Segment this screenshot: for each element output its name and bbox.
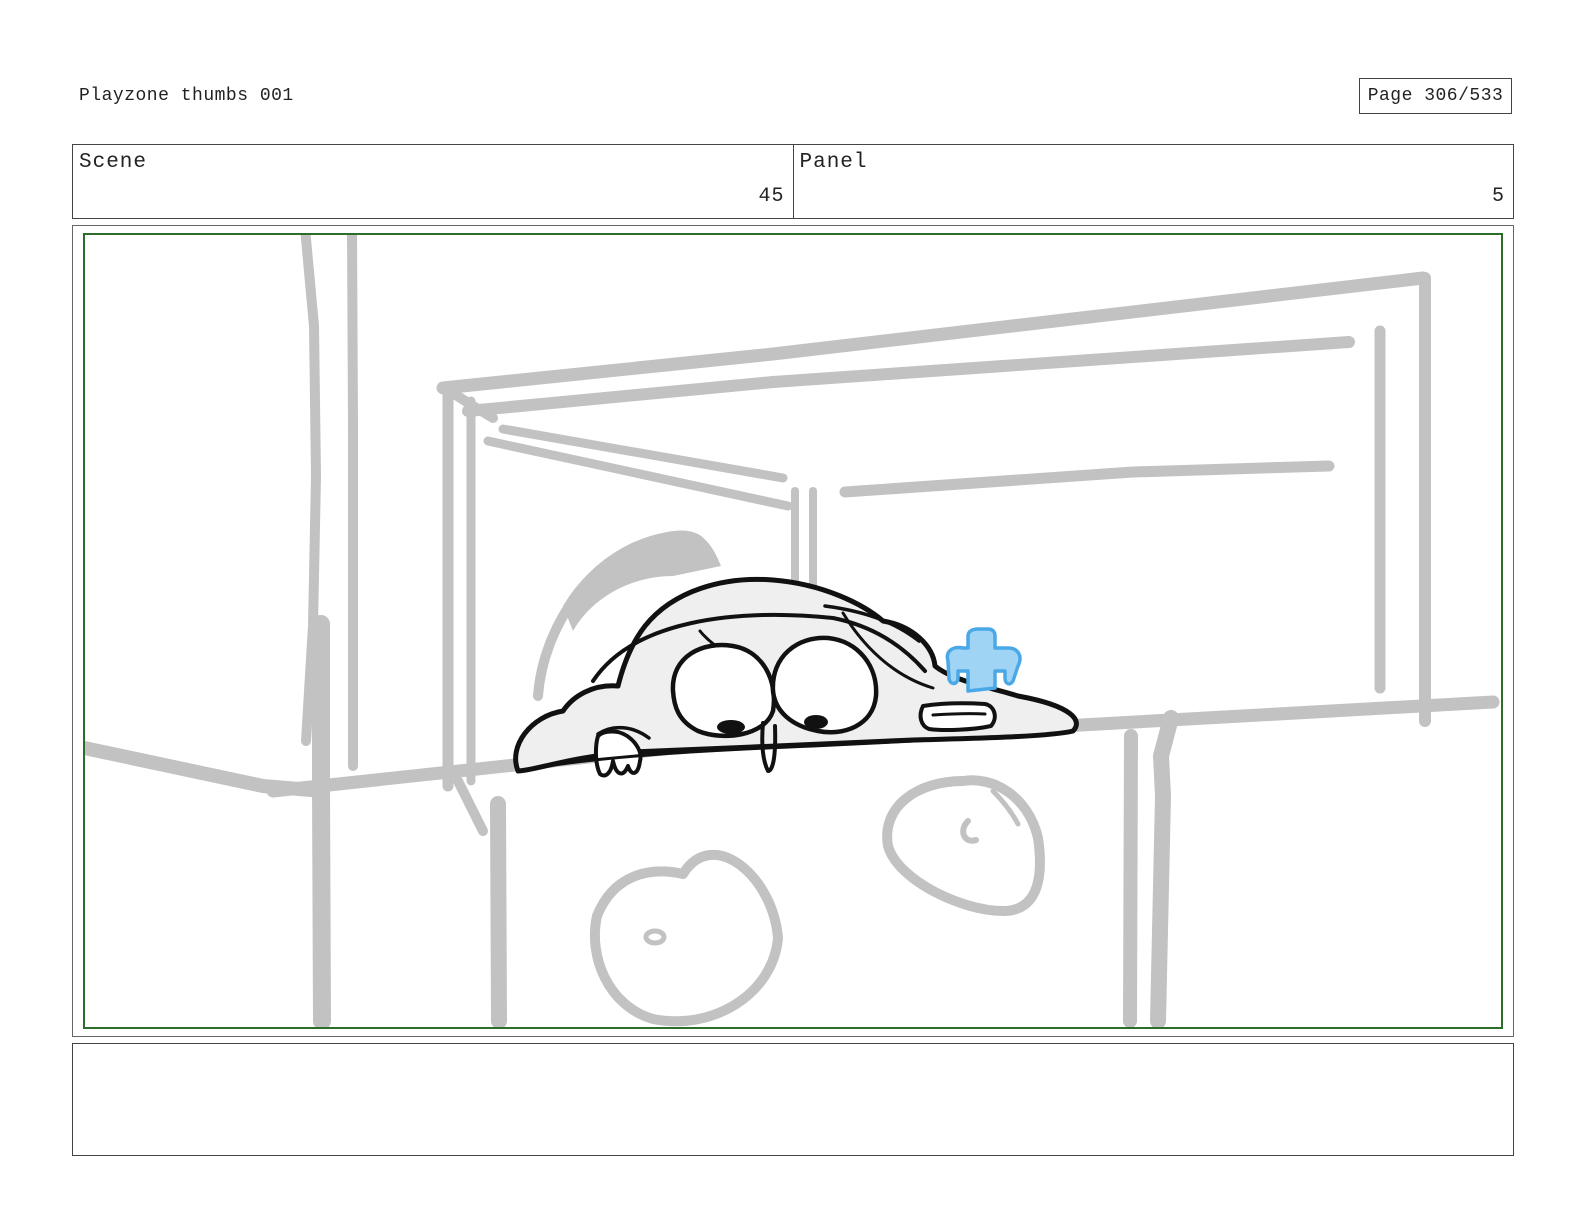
safe-area-border	[83, 233, 1503, 1029]
scene-cell: Scene 45	[73, 145, 793, 218]
lower-cabinet-right-post-a	[1123, 729, 1138, 1027]
cabinet-knob-left	[589, 849, 783, 1027]
cabinet-knob-right	[882, 775, 1045, 916]
left-pillar-lower	[312, 615, 331, 1027]
page-counter: Page 306/533	[1359, 78, 1512, 114]
scene-panel-info-row: Scene 45 Panel 5	[72, 144, 1514, 219]
knob-right-swirl	[960, 818, 979, 844]
inner-right-shelf	[839, 460, 1335, 498]
scene-label: Scene	[79, 151, 148, 174]
lower-cabinet-right-post-b	[1150, 710, 1179, 1027]
lower-cabinet-left-post	[490, 796, 507, 1027]
knob-left-dot	[643, 928, 667, 946]
scene-number: 45	[758, 185, 785, 208]
storyboard-panel-frame	[72, 225, 1514, 1037]
left-pillar-line-b	[347, 235, 358, 771]
panel-label: Panel	[799, 151, 868, 174]
storyboard-sketch	[85, 235, 1500, 1027]
blue-toy-figure	[945, 627, 1022, 693]
notes-box	[72, 1043, 1514, 1156]
project-title: Playzone thumbs 001	[79, 86, 294, 106]
right-paw	[918, 701, 997, 732]
lower-cabinet-left-diag	[453, 776, 488, 836]
right-pupil	[804, 715, 828, 729]
right-paw-finger	[931, 712, 987, 717]
panel-number: 5	[1491, 185, 1505, 208]
panel-cell: Panel 5	[792, 145, 1514, 218]
left-pupil	[717, 720, 745, 734]
